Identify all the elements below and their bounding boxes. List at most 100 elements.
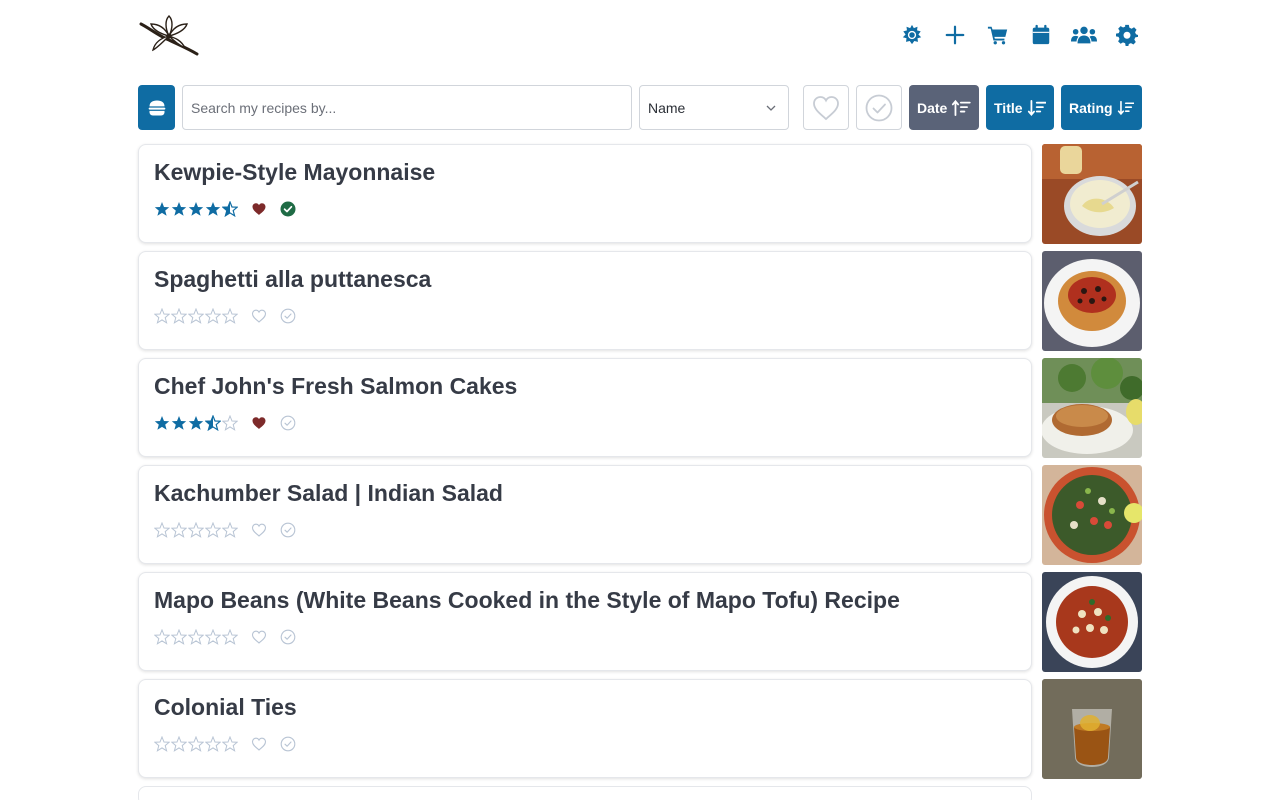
star-icon[interactable] — [171, 629, 187, 645]
rating-stars[interactable] — [154, 308, 238, 324]
chevron-down-icon — [766, 105, 776, 111]
spaghetti-photo[interactable] — [1042, 251, 1142, 351]
users-icon[interactable] — [1071, 22, 1097, 48]
heart-icon[interactable] — [251, 629, 267, 645]
rating-stars[interactable] — [154, 629, 238, 645]
star-icon[interactable] — [188, 629, 204, 645]
star-icon[interactable] — [222, 629, 238, 645]
star-icon[interactable] — [154, 736, 170, 752]
star-icon[interactable] — [222, 415, 238, 431]
recipe-meta — [154, 201, 296, 217]
recipe-title[interactable]: Kachumber Salad | Indian Salad — [154, 480, 503, 507]
recipe-card[interactable]: Colonial Ties — [138, 679, 1032, 778]
star-icon[interactable] — [154, 308, 170, 324]
recipe-card[interactable]: Kewpie-Style Mayonnaise — [138, 144, 1032, 243]
check-circle-icon[interactable] — [280, 201, 296, 217]
search-input[interactable] — [182, 85, 632, 130]
star-icon[interactable] — [205, 201, 221, 217]
recipe-meta — [154, 736, 296, 752]
check-circle-icon[interactable] — [280, 629, 296, 645]
recipe-toolbar: Name Date Title Rating — [138, 85, 1142, 130]
sort-ascending-icon — [952, 99, 971, 116]
star-icon[interactable] — [205, 415, 221, 431]
settings-icon[interactable] — [1114, 22, 1140, 48]
sort-date-label: Date — [917, 99, 948, 116]
heart-icon[interactable] — [251, 736, 267, 752]
salmon-cake-photo[interactable] — [1042, 358, 1142, 458]
recipe-row: Mapo Beans (White Beans Cooked in the St… — [138, 572, 1142, 672]
star-icon[interactable] — [188, 415, 204, 431]
star-icon[interactable] — [171, 736, 187, 752]
done-filter-button[interactable] — [856, 85, 902, 130]
check-circle-icon[interactable] — [280, 308, 296, 324]
search-field-select[interactable]: Name — [639, 85, 789, 130]
heart-icon[interactable] — [251, 415, 267, 431]
check-circle-icon[interactable] — [280, 415, 296, 431]
heart-icon[interactable] — [251, 522, 267, 538]
mapo-beans-photo[interactable] — [1042, 572, 1142, 672]
burger-menu-button[interactable] — [138, 85, 175, 130]
star-icon[interactable] — [222, 736, 238, 752]
star-icon[interactable] — [222, 522, 238, 538]
recipe-title[interactable]: Spaghetti alla puttanesca — [154, 266, 431, 293]
star-icon[interactable] — [171, 522, 187, 538]
recipe-card[interactable]: Mapo Beans (White Beans Cooked in the St… — [138, 572, 1032, 671]
star-icon[interactable] — [205, 736, 221, 752]
theme-toggle-icon[interactable] — [899, 22, 925, 48]
salad-photo[interactable] — [1042, 465, 1142, 565]
recipe-card[interactable]: Kachumber Salad | Indian Salad — [138, 465, 1032, 564]
star-icon[interactable] — [205, 308, 221, 324]
recipe-title[interactable]: Mapo Beans (White Beans Cooked in the St… — [154, 587, 900, 614]
recipe-card-partial[interactable] — [138, 786, 1032, 800]
heart-icon[interactable] — [251, 308, 267, 324]
recipe-row: Chef John's Fresh Salmon Cakes — [138, 358, 1142, 458]
star-icon[interactable] — [154, 201, 170, 217]
star-icon[interactable] — [154, 629, 170, 645]
sort-by-title-button[interactable]: Title — [986, 85, 1054, 130]
cocktail-photo[interactable] — [1042, 679, 1142, 779]
sort-rating-label: Rating — [1069, 99, 1113, 116]
star-icon[interactable] — [188, 201, 204, 217]
star-icon[interactable] — [205, 629, 221, 645]
recipe-row: Kachumber Salad | Indian Salad — [138, 465, 1142, 565]
mayonnaise-photo[interactable] — [1042, 144, 1142, 244]
recipe-card[interactable]: Spaghetti alla puttanesca — [138, 251, 1032, 350]
recipe-title[interactable]: Colonial Ties — [154, 694, 297, 721]
heart-icon — [813, 95, 839, 120]
header-nav — [882, 22, 1140, 48]
flower-logo[interactable] — [139, 14, 199, 56]
star-icon[interactable] — [222, 201, 238, 217]
sort-descending-icon — [1027, 99, 1046, 116]
star-icon[interactable] — [154, 522, 170, 538]
recipe-row: Colonial Ties — [138, 679, 1142, 779]
rating-stars[interactable] — [154, 415, 238, 431]
recipe-meta — [154, 629, 296, 645]
cart-icon[interactable] — [985, 22, 1011, 48]
star-icon[interactable] — [205, 522, 221, 538]
star-icon[interactable] — [222, 308, 238, 324]
star-icon[interactable] — [171, 201, 187, 217]
recipe-card[interactable]: Chef John's Fresh Salmon Cakes — [138, 358, 1032, 457]
star-icon[interactable] — [188, 308, 204, 324]
sort-by-rating-button[interactable]: Rating — [1061, 85, 1142, 130]
heart-icon[interactable] — [251, 201, 267, 217]
star-icon[interactable] — [171, 415, 187, 431]
rating-stars[interactable] — [154, 522, 238, 538]
star-icon[interactable] — [171, 308, 187, 324]
check-circle-icon[interactable] — [280, 522, 296, 538]
star-icon[interactable] — [188, 736, 204, 752]
sort-by-date-button[interactable]: Date — [909, 85, 979, 130]
rating-stars[interactable] — [154, 201, 238, 217]
calendar-icon[interactable] — [1028, 22, 1054, 48]
sort-descending-icon — [1117, 100, 1134, 115]
star-icon[interactable] — [188, 522, 204, 538]
add-icon[interactable] — [942, 22, 968, 48]
rating-stars[interactable] — [154, 736, 238, 752]
recipe-title[interactable]: Kewpie-Style Mayonnaise — [154, 159, 435, 186]
favorites-filter-button[interactable] — [803, 85, 849, 130]
recipe-row: Spaghetti alla puttanesca — [138, 251, 1142, 351]
recipe-title[interactable]: Chef John's Fresh Salmon Cakes — [154, 373, 517, 400]
recipe-meta — [154, 308, 296, 324]
check-circle-icon[interactable] — [280, 736, 296, 752]
star-icon[interactable] — [154, 415, 170, 431]
